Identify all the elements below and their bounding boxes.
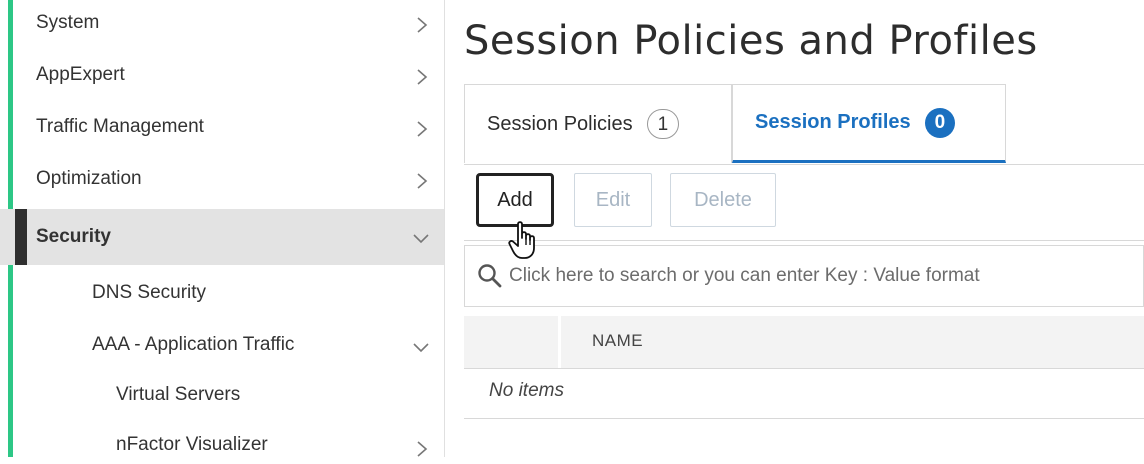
chevron-right-icon — [417, 173, 428, 189]
table-divider — [464, 418, 1144, 419]
tab-label: Session Policies — [487, 112, 633, 135]
edit-button[interactable]: Edit — [574, 173, 652, 227]
add-button[interactable]: Add — [476, 173, 554, 227]
hand-pointer-cursor-icon — [508, 221, 535, 259]
sidebar-item-dns-security[interactable]: DNS Security — [0, 276, 444, 312]
search-input[interactable]: Click here to search or you can enter Ke… — [464, 245, 1144, 307]
main-content: Session Policies and Profiles Session Po… — [444, 0, 1144, 457]
sidebar-item-label: Virtual Servers — [116, 384, 241, 405]
sidebar-item-appexpert[interactable]: AppExpert — [0, 58, 444, 94]
chevron-right-icon — [417, 69, 428, 85]
sidebar-item-traffic-management[interactable]: Traffic Management — [0, 110, 444, 146]
sidebar-item-nfactor-visualizer[interactable]: nFactor Visualizer — [0, 428, 444, 464]
sidebar-item-label: DNS Security — [92, 282, 207, 303]
sidebar-item-label: AppExpert — [36, 64, 125, 85]
search-placeholder: Click here to search or you can enter Ke… — [509, 265, 980, 286]
tab-session-profiles[interactable]: Session Profiles 0 — [732, 84, 1006, 163]
sidebar-item-security[interactable]: Security — [0, 209, 444, 265]
tab-bar: Session Policies 1 Session Profiles 0 — [464, 84, 1144, 165]
sidebar-item-label: nFactor Visualizer — [116, 434, 268, 455]
tab-session-policies[interactable]: Session Policies 1 — [464, 84, 732, 163]
count-badge: 0 — [924, 107, 956, 138]
chevron-down-icon — [413, 234, 429, 244]
chevron-down-icon — [413, 343, 429, 353]
page-title: Session Policies and Profiles — [464, 18, 1038, 64]
table-header: NAME — [464, 316, 1144, 369]
sidebar-item-label: Traffic Management — [36, 116, 204, 137]
tab-label: Session Profiles — [755, 111, 911, 133]
count-badge: 1 — [646, 109, 680, 139]
delete-button[interactable]: Delete — [670, 173, 776, 227]
chevron-right-icon — [417, 441, 428, 457]
sidebar-item-optimization[interactable]: Optimization — [0, 162, 444, 198]
sidebar-item-label: Security — [36, 226, 111, 247]
sidebar-item-aaa-application-traffic[interactable]: AAA - Application Traffic — [0, 328, 444, 364]
chevron-right-icon — [417, 17, 428, 33]
sidebar-item-label: Optimization — [36, 168, 142, 189]
chevron-right-icon — [417, 121, 428, 137]
sidebar-item-label: System — [36, 12, 100, 33]
column-header-name[interactable]: NAME — [592, 331, 643, 351]
toolbar: Add Edit Delete — [464, 165, 1144, 241]
sidebar-item-label: AAA - Application Traffic — [92, 334, 295, 355]
sidebar-nav: System AppExpert Traffic Management Opti… — [0, 0, 445, 457]
sidebar-item-system[interactable]: System — [0, 6, 444, 42]
sidebar-active-indicator — [15, 209, 27, 265]
select-column-header[interactable] — [464, 316, 561, 368]
sidebar-item-virtual-servers[interactable]: Virtual Servers — [0, 378, 444, 414]
empty-state-text: No items — [489, 380, 564, 401]
search-icon — [478, 264, 502, 288]
